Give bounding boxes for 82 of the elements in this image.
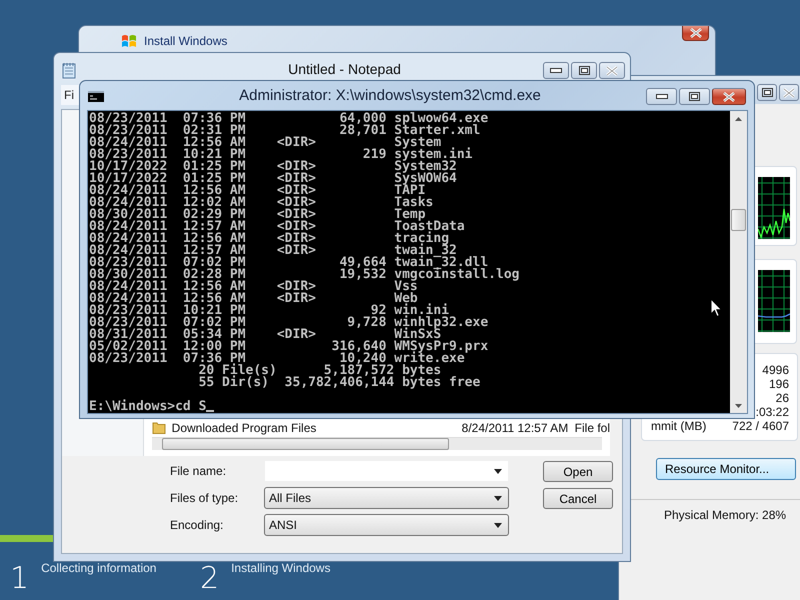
step-number: 1: [10, 564, 30, 598]
window-title: Untitled - Notepad: [287, 61, 402, 77]
stat-value: 722 / 4607: [732, 419, 789, 433]
step-label: Collecting information: [41, 561, 156, 577]
stat-label: mmit (MB): [651, 419, 706, 433]
stat-value: 196: [768, 377, 789, 391]
console-line: 08/24/2011 12:56 AM <DIR> TAPI: [89, 185, 426, 197]
console-line: 08/30/2011 02:28 PM 19,532 vmgcoinstall.log: [89, 269, 520, 281]
close-icon: [783, 88, 795, 98]
close-button[interactable]: [599, 62, 625, 79]
notepad-icon: [62, 62, 76, 78]
maximize-icon: [762, 88, 772, 97]
vertical-scrollbar[interactable]: [730, 111, 747, 413]
stat-value: :03:22: [756, 405, 789, 419]
menu-item[interactable]: Fi: [64, 88, 74, 102]
console-line: 10/17/2022 01:25 PM <DIR> SysWOW64: [89, 173, 457, 185]
minimize-button[interactable]: [543, 62, 569, 79]
stat-value: 26: [776, 391, 789, 405]
text-cursor: [206, 410, 214, 412]
down-arrow-icon: [735, 404, 742, 408]
file-type: File fol: [574, 420, 610, 434]
console-line: 08/24/2011 12:57 AM <DIR> twain_32: [89, 245, 457, 257]
step-label: Installing Windows: [231, 561, 330, 577]
folder-icon: [152, 421, 166, 434]
stat-value: 4996: [762, 363, 789, 377]
input-field[interactable]: [264, 460, 509, 482]
dropdown[interactable]: All Files: [264, 487, 509, 509]
console-line: 08/24/2011 12:56 AM <DIR> Vss: [89, 281, 418, 293]
maximize-button[interactable]: [571, 62, 597, 79]
step-number: 2: [200, 564, 220, 598]
dialog-button[interactable]: Cancel: [543, 488, 613, 509]
console-icon: [88, 91, 104, 102]
minimize-icon: [656, 94, 668, 99]
close-button[interactable]: [712, 88, 746, 105]
horizontal-scrollbar[interactable]: [152, 437, 602, 450]
file-date: 8/24/2011 12:57 AM: [462, 420, 570, 434]
file-name[interactable]: Downloaded Program Files: [172, 420, 462, 434]
pointer-icon: [710, 298, 723, 318]
console-line: 05/02/2011 12:00 PM 316,640 WMSysPr9.prx: [89, 341, 488, 353]
caret-icon: [494, 468, 502, 474]
caret-icon: [494, 522, 502, 528]
dialog-button[interactable]: Open: [543, 461, 613, 482]
scroll-thumb[interactable]: [162, 438, 449, 450]
console-line: 20 File(s) 5,187,572 bytes: [198, 365, 442, 377]
console-line: 08/30/2011 02:29 PM <DIR> Temp: [89, 209, 426, 221]
console-line[interactable]: E:\Windows>cd S: [89, 401, 206, 413]
console-line: 08/24/2011 12:56 AM <DIR> System: [89, 137, 442, 149]
resource-monitor-button[interactable]: Resource Monitor...: [656, 458, 796, 480]
maximize-button[interactable]: [679, 88, 710, 105]
maximize-button[interactable]: [757, 84, 777, 101]
maximize-icon: [578, 66, 590, 75]
console-line: 08/23/2011 07:36 PM 64,000 splwow64.exe: [89, 113, 488, 125]
minimize-button[interactable]: [646, 88, 677, 105]
console-line: 08/23/2011 07:02 PM 49,664 twain_32.dll: [89, 257, 488, 269]
caret-icon: [494, 496, 502, 500]
console-line: 08/23/2011 10:21 PM 219 system.ini: [89, 149, 473, 161]
up-arrow-icon: [735, 117, 742, 121]
line-graph: [758, 177, 790, 239]
window-title: Administrator: X:\windows\system32\cmd.exe: [238, 87, 542, 104]
console-line: 08/23/2011 07:02 PM 9,728 winhlp32.exe: [89, 317, 488, 329]
field-label: Files of type:: [170, 491, 240, 505]
field-label: Encoding:: [170, 518, 224, 532]
scroll-thumb[interactable]: [731, 209, 746, 231]
console-line: 08/31/2011 05:34 PM <DIR> WinSxS: [89, 329, 442, 341]
console-line: 55 Dir(s) 35,782,406,144 bytes free: [198, 377, 480, 389]
line-graph: [758, 270, 790, 332]
status-text: Physical Memory: 28%: [664, 508, 786, 522]
close-button[interactable]: [682, 26, 709, 41]
console-line: 08/24/2011 12:02 AM <DIR> Tasks: [89, 197, 434, 209]
maximize-icon: [689, 92, 700, 101]
close-icon: [606, 66, 618, 76]
console-line: 10/17/2022 01:25 PM <DIR> System32: [89, 161, 457, 173]
console-line: 08/24/2011 12:56 AM <DIR> tracing: [89, 233, 450, 245]
minimize-icon: [550, 68, 562, 73]
dropdown[interactable]: ANSI: [264, 514, 509, 536]
windows-logo-icon: [121, 34, 137, 48]
field-label: File name:: [170, 464, 228, 478]
close-icon: [690, 28, 702, 38]
window-title: Install Windows: [144, 34, 228, 48]
close-button[interactable]: [779, 84, 799, 101]
close-icon: [723, 92, 735, 102]
console-line: 08/23/2011 02:31 PM 28,701 Starter.xml: [89, 125, 480, 137]
